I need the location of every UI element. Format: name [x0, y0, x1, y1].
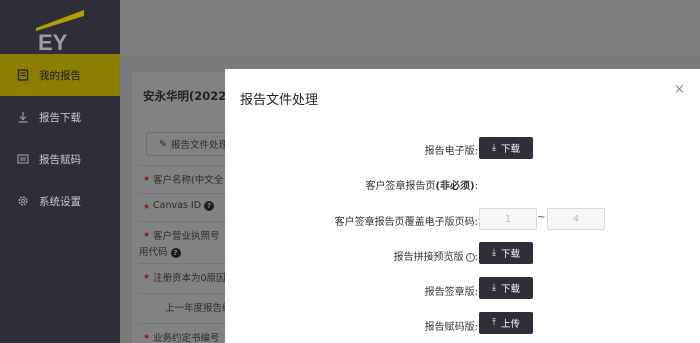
- report-file-modal: 报告文件处理 × 报告电子版: ⤓ 下载 客户签章报告页(非必须): 客户签章报告…: [225, 69, 700, 343]
- download-signed-button[interactable]: ⤓ 下载: [479, 277, 533, 299]
- sidebar-item-report-download[interactable]: 报告下载: [0, 96, 120, 138]
- label-colon: :: [474, 252, 478, 263]
- download-icon: [17, 111, 29, 123]
- client-signed-page-label: 客户签章报告页(非必须):: [365, 177, 478, 192]
- field-label: 注册资本为0原因: [153, 273, 226, 284]
- signed-report-label: 报告签章版:: [424, 287, 478, 298]
- sidebar-item-report-coding[interactable]: 报告赋码: [0, 138, 120, 180]
- download-icon: ⤓: [492, 248, 496, 258]
- label-text: 客户签章报告页: [365, 181, 436, 192]
- range-separator: ~: [537, 212, 546, 223]
- top-header: [120, 0, 700, 55]
- button-label: 下载: [500, 144, 520, 155]
- form-row-prev-report: 上一年度报告编: [139, 293, 232, 323]
- close-icon[interactable]: ×: [674, 82, 685, 97]
- label-text: 报告拼接预览版: [393, 252, 464, 263]
- field-label-line2: 用代码: [139, 247, 168, 258]
- form-row-engagement-letter: ★ 业务约定书编号: [139, 323, 232, 343]
- report-file-process-button[interactable]: ✎ 报告文件处理: [146, 132, 236, 156]
- gear-icon: [17, 195, 29, 207]
- sidebar-item-my-reports[interactable]: 我的报告: [0, 54, 120, 96]
- modal-title: 报告文件处理: [240, 93, 319, 108]
- download-electronic-button[interactable]: ⤓ 下载: [479, 137, 533, 159]
- report-icon: [17, 69, 29, 81]
- merged-preview-label: 报告拼接预览版 i:: [394, 248, 478, 263]
- form-row-capital-reason: ★ 注册资本为0原因: [139, 263, 232, 293]
- field-label: 上一年度报告编: [165, 303, 232, 314]
- logo-text: EY: [38, 30, 68, 52]
- field-label: 客户名称(中文全: [153, 175, 224, 186]
- download-icon: ⤓: [492, 283, 496, 293]
- panel-title: 安永华明(2022): [143, 89, 232, 103]
- page-to-input[interactable]: 4: [547, 208, 605, 230]
- required-mark: ★: [143, 202, 151, 211]
- required-mark: ★: [143, 332, 151, 341]
- required-mark: ★: [143, 174, 151, 183]
- button-label: 下载: [500, 284, 520, 295]
- form-row-client-name: ★ 客户名称(中文全: [139, 165, 232, 193]
- ey-logo: EY: [36, 10, 84, 52]
- field-label: 业务约定书编号: [153, 333, 220, 343]
- download-icon: ⤓: [492, 143, 496, 153]
- form-row-canvas-id: ★ Canvas ID?: [139, 193, 232, 221]
- page-range-label: 客户签章报告页覆盖电子版页码:: [334, 217, 478, 228]
- download-preview-button[interactable]: ⤓ 下载: [479, 242, 533, 264]
- form-row-business-license: ★ 客户营业执照号 用代码?: [139, 221, 232, 263]
- help-icon[interactable]: ?: [204, 200, 215, 211]
- required-mark: ★: [143, 272, 151, 281]
- help-icon[interactable]: ?: [170, 247, 181, 258]
- field-label: Canvas ID: [153, 200, 202, 211]
- sidebar-item-label: 我的报告: [39, 69, 81, 82]
- page-from-input[interactable]: 1: [479, 208, 537, 230]
- sidebar-item-settings[interactable]: 系统设置: [0, 180, 120, 222]
- barcode-icon: [17, 153, 29, 165]
- upload-coded-button[interactable]: ⤒ 上传: [479, 312, 533, 334]
- edit-icon: ✎: [159, 138, 167, 150]
- upload-icon: ⤒: [492, 318, 496, 328]
- electronic-report-label: 报告电子版:: [424, 146, 478, 157]
- coded-report-label: 报告赋码版:: [424, 322, 478, 333]
- button-label: 上传: [500, 319, 520, 330]
- required-mark: ★: [143, 230, 151, 239]
- info-icon[interactable]: i: [465, 252, 475, 262]
- label-colon: :: [474, 181, 478, 192]
- sidebar-item-label: 报告下载: [39, 111, 81, 124]
- field-label: 客户营业执照号: [153, 231, 220, 242]
- sidebar: EY 我的报告 报告下载 报告赋码 系统设置: [0, 0, 120, 343]
- button-label: 下载: [500, 249, 520, 260]
- sidebar-item-label: 报告赋码: [39, 153, 81, 166]
- optional-note: (非必须): [435, 181, 475, 192]
- sidebar-item-label: 系统设置: [39, 195, 81, 208]
- report-file-process-label: 报告文件处理: [170, 140, 228, 151]
